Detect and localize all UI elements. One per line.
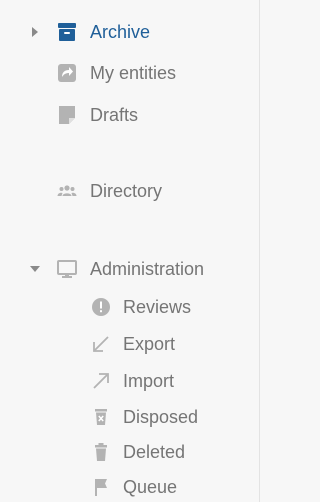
- alert-circle-icon: [89, 295, 113, 319]
- caret-down-icon[interactable]: [30, 264, 40, 274]
- shared-arrow-icon: [55, 61, 79, 85]
- sidebar-item-label: Disposed: [123, 407, 199, 427]
- sidebar-item-archive[interactable]: Archive: [0, 17, 260, 47]
- sidebar-item-label: Queue: [123, 477, 178, 497]
- sidebar-item-label: Directory: [90, 181, 163, 201]
- disposed-bin-icon: [89, 405, 113, 429]
- sidebar-item-administration[interactable]: Administration: [0, 254, 260, 284]
- sidebar-item-directory[interactable]: Directory: [0, 176, 260, 206]
- sidebar-item-my-entities[interactable]: My entities: [0, 58, 260, 88]
- sidebar-item-label: Archive: [90, 22, 151, 42]
- sidebar-item-label: Administration: [90, 259, 205, 279]
- caret-right-icon[interactable]: [30, 27, 40, 37]
- sidebar-item-disposed[interactable]: Disposed: [0, 402, 260, 432]
- people-group-icon: [55, 179, 79, 203]
- flag-icon: [89, 475, 113, 499]
- sidebar-item-deleted[interactable]: Deleted: [0, 437, 260, 467]
- sidebar-item-queue[interactable]: Queue: [0, 472, 260, 502]
- monitor-icon: [55, 257, 79, 281]
- sidebar-navigation: Archive My entities Drafts Directory Adm…: [0, 0, 260, 502]
- arrow-up-right-icon: [89, 369, 113, 393]
- arrow-down-left-icon: [89, 332, 113, 356]
- sidebar-item-drafts[interactable]: Drafts: [0, 100, 260, 130]
- sidebar-item-label: Reviews: [123, 297, 192, 317]
- sidebar-item-label: Import: [123, 371, 175, 391]
- sidebar-item-label: Drafts: [90, 105, 139, 125]
- sidebar-item-reviews[interactable]: Reviews: [0, 292, 260, 322]
- sidebar-item-label: Export: [123, 334, 176, 354]
- sidebar-item-import[interactable]: Import: [0, 366, 260, 396]
- archive-box-icon: [55, 20, 79, 44]
- draft-document-icon: [55, 103, 79, 127]
- sidebar-item-label: My entities: [90, 63, 177, 83]
- sidebar-item-label: Deleted: [123, 442, 186, 462]
- trash-icon: [89, 440, 113, 464]
- sidebar-item-export[interactable]: Export: [0, 329, 260, 359]
